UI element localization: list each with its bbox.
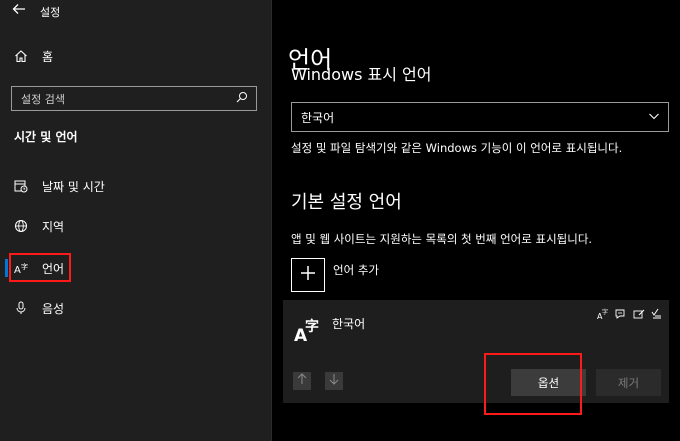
nav-home[interactable]: 홈 [14, 45, 53, 67]
sidebar-item-speech[interactable]: 음성 [14, 297, 64, 319]
display-language-feature-icon: A字 [597, 308, 609, 321]
remove-button[interactable]: 제거 [596, 369, 661, 396]
move-down-button[interactable] [325, 372, 343, 390]
title-bar: 설정 [0, 0, 271, 26]
language-feature-icons: A字 [597, 308, 663, 321]
language-card[interactable]: A字 한국어 A字 옵션 제거 [283, 300, 669, 403]
sidebar-item-region[interactable]: 지역 [14, 215, 64, 237]
app-title: 설정 [40, 6, 61, 19]
language-name: 한국어 [332, 317, 366, 331]
add-language-button[interactable] [291, 258, 325, 292]
preferred-languages-description: 앱 및 웹 사이트는 지원하는 목록의 첫 번째 언어로 표시됩니다. [291, 232, 593, 246]
arrow-down-icon [328, 373, 340, 389]
svg-text:字: 字 [305, 318, 319, 335]
sidebar-item-label: 음성 [42, 301, 65, 316]
sidebar-item-date-time[interactable]: 날짜 및 시간 [14, 175, 105, 197]
display-language-dropdown[interactable]: 한국어 [291, 102, 669, 132]
language-highlight-box [9, 253, 71, 282]
windows-display-language-heading-wrap: Windows 표시 언어 [291, 64, 651, 82]
windows-display-language-heading: Windows 표시 언어 [291, 65, 432, 82]
chevron-down-icon [648, 110, 660, 126]
sidebar-item-label: 날짜 및 시간 [42, 179, 105, 194]
spellcheck-feature-icon [651, 308, 663, 320]
add-language-label[interactable]: 언어 추가 [333, 262, 379, 278]
main-content: 언어 Windows 표시 언어 한국어 설정 및 파일 탐색기와 같은 Win… [272, 0, 680, 441]
display-language-value: 한국어 [301, 111, 335, 125]
move-up-button[interactable] [293, 372, 311, 390]
microphone-icon [14, 301, 34, 315]
sidebar-item-label: 지역 [42, 219, 65, 234]
search-icon[interactable] [236, 91, 248, 107]
handwriting-feature-icon [633, 308, 645, 320]
svg-text:字: 字 [602, 308, 608, 316]
calendar-clock-icon [14, 179, 34, 193]
language-glyph-icon: A字 [293, 314, 327, 346]
display-language-description: 설정 및 파일 탐색기와 같은 Windows 기능이 이 언어로 표시됩니다. [291, 141, 623, 155]
arrow-up-icon [296, 373, 308, 389]
home-icon [14, 49, 34, 63]
section-heading: 시간 및 언어 [14, 130, 78, 144]
globe-icon [14, 219, 34, 233]
active-indicator [5, 259, 8, 277]
speech-feature-icon [615, 308, 627, 320]
preferred-languages-heading: 기본 설정 언어 [291, 192, 402, 213]
back-arrow-icon[interactable] [12, 2, 26, 20]
search-input[interactable]: 설정 검색 [11, 86, 257, 111]
sidebar: 설정 홈 설정 검색 시간 및 언어 날짜 및 시간 지역 A字 언어 음성 [0, 0, 272, 441]
options-highlight-box [484, 353, 582, 415]
search-placeholder: 설정 검색 [21, 93, 65, 106]
nav-home-label: 홈 [42, 49, 54, 64]
plus-icon [299, 264, 317, 286]
